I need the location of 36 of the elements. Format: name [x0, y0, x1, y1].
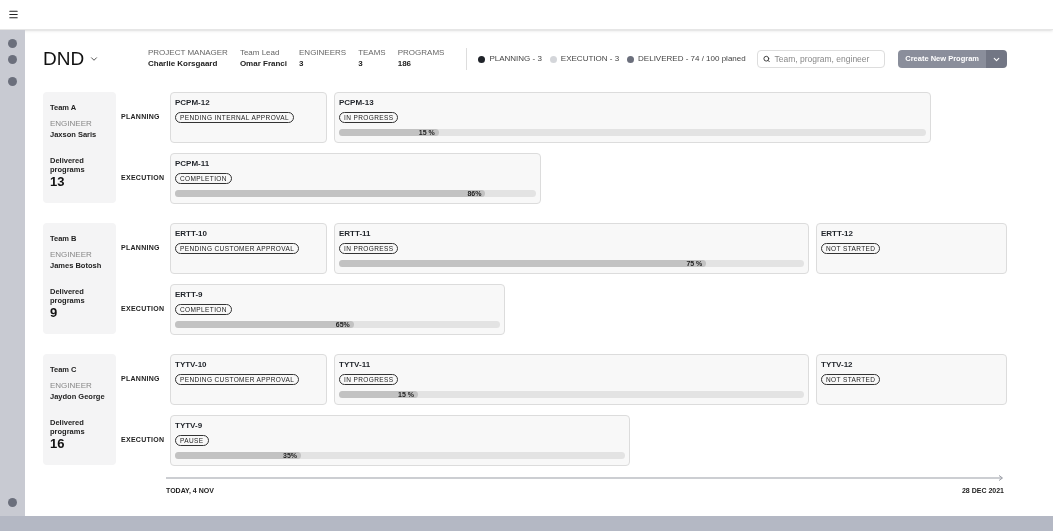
stat-value: 186 — [397, 58, 413, 70]
engineer-label: ENGINEER — [50, 250, 93, 260]
menu-icon[interactable] — [8, 9, 19, 20]
delivered-count: 9 — [50, 304, 58, 321]
engineer-label: ENGINEER — [50, 119, 93, 129]
legend-label: PLANNING - 3 — [489, 53, 542, 65]
legend-label: DELIVERED - 74 / 100 planed — [638, 53, 746, 65]
delivered-count: 16 — [50, 435, 65, 452]
stat-label: PROJECT MANAGER — [148, 48, 228, 57]
program-id: ERTT-12 — [821, 229, 854, 239]
engineer-label: ENGINEER — [50, 381, 93, 391]
program-id: ERTT-9 — [175, 290, 204, 300]
stat-label: TEAMS — [358, 48, 386, 57]
search-icon — [763, 55, 771, 63]
program-id: TYTV-9 — [175, 421, 204, 431]
program-id: ERTT-11 — [339, 229, 372, 239]
stat-label: ENGINEERS — [299, 48, 347, 57]
program-id: PCPM-12 — [175, 98, 211, 108]
chevron-down-icon[interactable] — [89, 54, 100, 64]
legend-label: EXECUTION - 3 — [560, 53, 620, 65]
stat-value: Charlie Korsgaard — [148, 58, 219, 70]
search-field[interactable]: Team, program, engineer — [757, 50, 886, 68]
stat-label: PROGRAMS — [397, 48, 445, 57]
stat-value: 3 — [299, 58, 305, 70]
stat-value: 3 — [358, 58, 364, 70]
program-id: TYTV-10 — [175, 360, 208, 370]
stat-label: Team Lead — [239, 48, 281, 57]
dropdown-button[interactable] — [986, 50, 1007, 68]
program-id: TYTV-12 — [821, 360, 854, 370]
delivered-count: 13 — [50, 173, 65, 190]
stat-value: Omar Franci — [239, 58, 287, 70]
program-id: PCPM-11 — [175, 159, 211, 169]
program-id: TYTV-11 — [339, 360, 372, 370]
program-id: ERTT-10 — [175, 229, 208, 239]
program-id: PCPM-13 — [339, 98, 375, 108]
project-title: DND — [43, 46, 85, 71]
